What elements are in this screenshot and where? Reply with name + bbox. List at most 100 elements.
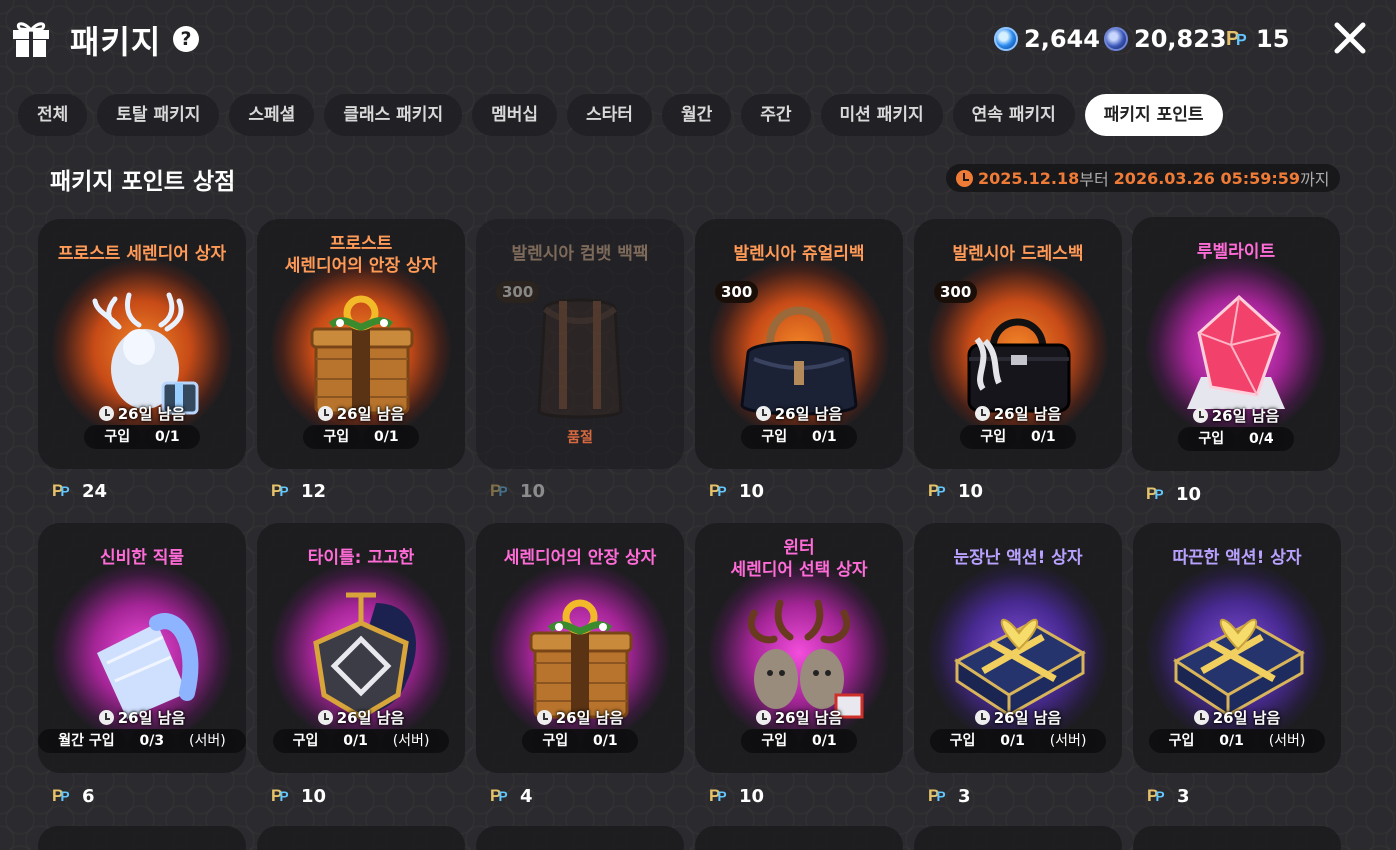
shop-item-card-partial[interactable] xyxy=(38,826,246,850)
clock-icon xyxy=(974,406,990,421)
shop-item-card[interactable]: 눈장난 액션! 상자 26일 남음 구입 0/1 (서버) xyxy=(914,523,1122,773)
tab-membership[interactable]: 멤버십 xyxy=(472,94,558,136)
time-remaining: 26일 남음 xyxy=(914,403,1122,424)
time-remaining: 26일 남음 xyxy=(914,707,1122,728)
item-price: PP 10 xyxy=(709,785,765,807)
purchase-limit: 구입 0/1 (서버) xyxy=(1133,729,1341,753)
item-price: PP 24 xyxy=(52,480,108,502)
clock-icon xyxy=(956,169,973,187)
item-price: PP 6 xyxy=(52,785,95,807)
gift-icon xyxy=(13,22,49,57)
category-tabs: 전체 토탈 패키지 스페셜 클래스 패키지 멤버십 스타터 월간 주간 미션 패… xyxy=(18,94,1223,136)
dark-blue-gem-icon xyxy=(1104,27,1128,51)
item-name: 프로스트 세렌디어의 안장 상자 xyxy=(284,234,438,276)
purchase-limit: 구입 0/1 xyxy=(38,425,246,449)
purchase-limit: 구입 0/1 xyxy=(257,425,465,449)
purchase-limit: 구입 0/4 xyxy=(1132,427,1340,451)
item-name: 따끈한 액션! 상자 xyxy=(1172,548,1302,568)
package-point-icon: PP xyxy=(490,786,508,806)
package-point-icon: PP xyxy=(52,786,70,806)
purchase-limit: 구입 0/1 (서버) xyxy=(257,729,465,753)
shop-item-card-partial[interactable] xyxy=(914,826,1122,850)
currency-value: 20,823 xyxy=(1134,25,1227,53)
tab-weekly[interactable]: 주간 xyxy=(741,94,811,136)
tab-total-package[interactable]: 토탈 패키지 xyxy=(97,94,220,136)
shop-item-card[interactable]: 윈터 세렌디어 선택 상자 26일 남음 구입 0/1 xyxy=(695,523,903,773)
item-name: 세렌디어의 안장 상자 xyxy=(503,548,657,568)
tab-package-point[interactable]: 패키지 포인트 xyxy=(1084,94,1223,136)
time-remaining: 26일 남음 xyxy=(38,707,246,728)
package-point-icon: PP xyxy=(1147,786,1165,806)
shop-item-card[interactable]: 루벨라이트 26일 남음 구입 0/4 xyxy=(1132,217,1340,471)
clock-icon xyxy=(317,710,333,725)
tab-starter[interactable]: 스타터 xyxy=(567,94,652,136)
time-remaining: 26일 남음 xyxy=(695,403,903,424)
shop-item-card[interactable]: 프로스트 세렌디어의 안장 상자 26일 남음 구입 0/1 xyxy=(257,219,465,469)
currency-value: 15 xyxy=(1256,25,1290,53)
item-quantity-badge: 300 xyxy=(496,281,540,303)
package-point-icon: PP xyxy=(928,786,946,806)
time-remaining: 26일 남음 xyxy=(695,707,903,728)
clock-icon xyxy=(98,406,114,421)
clock-icon xyxy=(1192,408,1208,423)
shop-item-card-partial[interactable] xyxy=(476,826,684,850)
item-name: 발렌시아 드레스백 xyxy=(952,244,1084,264)
time-remaining: 26일 남음 xyxy=(257,403,465,424)
package-point-icon: PP xyxy=(52,481,70,501)
blue-gem-icon xyxy=(994,27,1018,51)
tab-class-package[interactable]: 클래스 패키지 xyxy=(324,94,463,136)
shop-item-card-partial[interactable] xyxy=(257,826,465,850)
package-point-icon: PP xyxy=(271,481,289,501)
shop-item-card[interactable]: 신비한 직물 26일 남음 월간 구입 0/3 (서버) xyxy=(38,523,246,773)
tab-monthly[interactable]: 월간 xyxy=(661,94,732,136)
clock-icon xyxy=(755,406,771,421)
period-end: 2026.03.26 05:59:59 xyxy=(1113,168,1301,188)
time-remaining: 26일 남음 xyxy=(476,707,684,728)
shop-item-card[interactable]: 발렌시아 드레스백 300 26일 남음 구입 0/1 xyxy=(914,219,1122,469)
tab-consecutive-package[interactable]: 연속 패키지 xyxy=(952,94,1075,136)
shop-item-card-partial[interactable] xyxy=(695,826,903,850)
currency-package-point: PP 15 xyxy=(1226,22,1289,56)
close-icon[interactable] xyxy=(1330,18,1370,58)
time-remaining: 26일 남음 xyxy=(1133,707,1341,728)
tab-special[interactable]: 스페셜 xyxy=(229,94,315,136)
item-name: 타이틀: 고고한 xyxy=(307,548,415,568)
clock-icon xyxy=(755,710,771,725)
item-name: 루벨라이트 xyxy=(1196,242,1276,262)
period-start: 2025.12.18 xyxy=(978,168,1080,188)
item-name: 발렌시아 컴뱃 백팩 xyxy=(511,244,649,264)
shop-item-card[interactable]: 발렌시아 쥬얼리백 300 26일 남음 구입 0/1 xyxy=(695,219,903,469)
clock-icon xyxy=(974,710,990,725)
page-title: 패키지 xyxy=(70,23,162,61)
item-price: PP 10 xyxy=(928,480,984,502)
purchase-limit: 구입 0/1 xyxy=(914,425,1122,449)
clock-icon xyxy=(536,710,552,725)
sold-out-label: 품절 xyxy=(567,430,593,446)
item-price: PP 10 xyxy=(490,480,546,502)
currency-blue-gem: 2,644 xyxy=(994,22,1100,56)
item-price: PP 3 xyxy=(1147,785,1190,807)
package-point-icon: PP xyxy=(490,481,508,501)
tab-all[interactable]: 전체 xyxy=(18,94,88,136)
tab-mission-package[interactable]: 미션 패키지 xyxy=(820,94,943,136)
item-quantity-badge: 300 xyxy=(715,281,759,303)
sale-period: 2025.12.18 부터 2026.03.26 05:59:59 까지 xyxy=(946,164,1340,192)
item-price: PP 10 xyxy=(709,480,765,502)
item-price: PP 12 xyxy=(271,480,327,502)
shop-item-card[interactable]: 프로스트 세렌디어 상자 26일 남음 구입 0/1 xyxy=(38,219,246,469)
shop-item-card-partial[interactable] xyxy=(1133,826,1341,850)
item-name: 신비한 직물 xyxy=(99,548,185,568)
shop-item-card[interactable]: 발렌시아 컴뱃 백팩 300 품절 xyxy=(476,219,684,469)
item-name: 윈터 세렌디어 선택 상자 xyxy=(730,538,868,580)
shop-item-card[interactable]: 따끈한 액션! 상자 26일 남음 구입 0/1 (서버) xyxy=(1133,523,1341,773)
package-point-icon: PP xyxy=(709,481,727,501)
package-point-icon: PP xyxy=(1226,28,1247,50)
item-price: PP 10 xyxy=(1146,483,1202,505)
help-icon[interactable]: ? xyxy=(173,26,199,52)
shop-item-card[interactable]: 세렌디어의 안장 상자 26일 남음 구입 0/1 xyxy=(476,523,684,773)
item-price: PP 10 xyxy=(271,785,327,807)
shop-item-card[interactable]: 타이틀: 고고한 26일 남음 구입 0/1 (서버) xyxy=(257,523,465,773)
item-name: 눈장난 액션! 상자 xyxy=(953,548,1083,568)
purchase-limit: 구입 0/1 (서버) xyxy=(914,729,1122,753)
package-point-icon: PP xyxy=(709,786,727,806)
